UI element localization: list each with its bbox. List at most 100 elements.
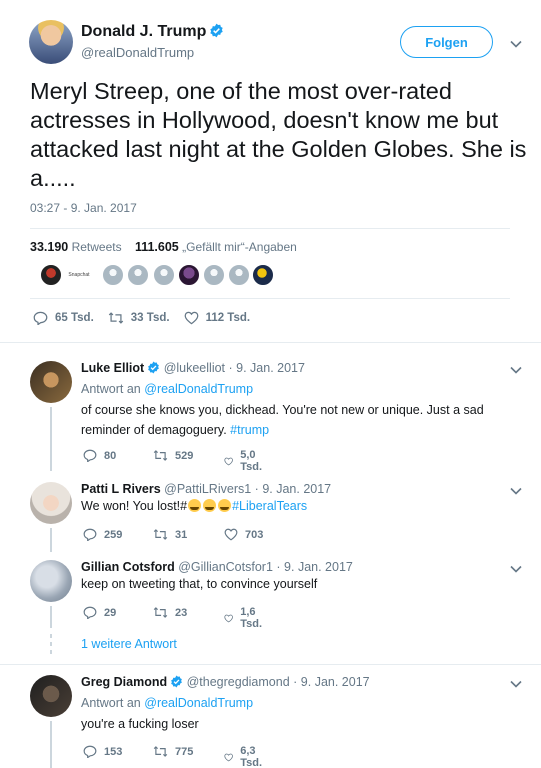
reply-button[interactable]: 65 Tsd. — [33, 311, 94, 325]
liker-avatar[interactable] — [102, 264, 124, 286]
laughing-emoji-icon — [203, 499, 217, 512]
reply-button[interactable]: 29 — [83, 606, 116, 619]
divider — [30, 228, 510, 229]
reply-avatar[interactable] — [30, 482, 72, 524]
thread-line — [50, 407, 52, 471]
like-label[interactable]: „Gefällt mir“-Angaben — [182, 240, 297, 254]
retweet-icon — [153, 450, 168, 461]
reply-body: keep on tweeting that, to convince yours… — [81, 577, 318, 591]
thread-line — [50, 606, 52, 628]
retweet-icon — [153, 529, 168, 540]
retweet-button[interactable]: 31 — [153, 528, 187, 541]
laughing-emoji-icon — [218, 499, 232, 512]
liker-avatar-badge[interactable]: Snapchat — [66, 264, 92, 286]
reply-count: 80 — [104, 449, 117, 462]
retweet-count[interactable]: 33.190 — [30, 240, 68, 254]
liker-avatar[interactable] — [153, 264, 175, 286]
liker-avatar[interactable] — [203, 264, 225, 286]
author-handle[interactable]: @realDonaldTrump — [81, 45, 194, 60]
hashtag-link[interactable]: #LiberalTears — [232, 499, 307, 513]
reply-to-link[interactable]: @realDonaldTrump — [144, 382, 253, 396]
reply-icon — [83, 528, 97, 541]
retweet-count: 31 — [175, 528, 188, 541]
follow-button[interactable]: Folgen — [400, 26, 493, 58]
reply-date[interactable]: 9. Jan. 2017 — [262, 482, 331, 496]
author-display-name[interactable]: Donald J. Trump — [81, 23, 206, 40]
tweet-text: Meryl Streep, one of the most over-rated… — [30, 78, 527, 191]
liker-avatar[interactable] — [40, 264, 62, 286]
reply-context: Antwort an @realDonaldTrump — [81, 696, 253, 710]
author-avatar[interactable] — [29, 20, 73, 64]
reply-to-link[interactable]: @realDonaldTrump — [144, 696, 253, 710]
reply-icon — [83, 745, 97, 758]
reply-button[interactable]: 80 — [83, 449, 116, 462]
reply-prefix: Antwort an — [81, 696, 141, 710]
reply-author-name[interactable]: Gillian Cotsford — [81, 560, 175, 574]
chevron-down-icon[interactable] — [509, 37, 523, 51]
tweet-timestamp[interactable]: 03:27 - 9. Jan. 2017 — [30, 201, 137, 215]
like-button[interactable]: 703 — [224, 528, 263, 541]
reply-dot: · — [228, 361, 233, 375]
reply-author-name[interactable]: Patti L Rivers — [81, 482, 161, 496]
thread-line — [50, 721, 52, 768]
like-count[interactable]: 111.605 — [135, 240, 179, 254]
liker-avatar[interactable] — [178, 264, 200, 286]
reply-author-handle[interactable]: @PattiLRivers1 — [164, 482, 251, 496]
reply-avatar[interactable] — [30, 361, 72, 403]
retweet-label[interactable]: Retweets — [72, 240, 122, 254]
laughing-emoji-icon — [188, 499, 202, 512]
retweet-count-short: 33 Tsd. — [130, 312, 170, 324]
tweet-stats: 33.190 Retweets 111.605 „Gefällt mir“-An… — [30, 240, 297, 254]
author-name[interactable]: Donald J. Trump — [81, 23, 224, 41]
thread-line-dot — [50, 634, 52, 638]
reply-prefix: Antwort an — [81, 382, 141, 396]
like-button[interactable]: 5,0 Tsd. — [224, 449, 267, 473]
thread-line — [50, 528, 52, 552]
liker-avatar[interactable] — [228, 264, 250, 286]
retweet-button[interactable]: 33 Tsd. — [108, 311, 170, 325]
chevron-down-icon[interactable] — [509, 484, 523, 498]
reply-header: Luke Elliot @lukeelliot · 9. Jan. 2017 — [81, 361, 305, 375]
reply-dot: · — [276, 560, 281, 574]
reply-button[interactable]: 259 — [83, 528, 122, 541]
reply-dot: · — [254, 482, 259, 496]
reply-avatar[interactable] — [30, 675, 72, 717]
chevron-down-icon[interactable] — [509, 677, 523, 691]
divider — [30, 298, 510, 299]
retweet-button[interactable]: 529 — [153, 449, 193, 462]
reply-author-handle[interactable]: @lukeelliot — [164, 361, 225, 375]
reply-icon — [83, 606, 97, 619]
retweet-button[interactable]: 23 — [153, 606, 187, 619]
reply-author-name[interactable]: Luke Elliot — [81, 361, 144, 375]
reply-body: of course she knows you, dickhead. You'r… — [81, 403, 484, 437]
reply-date[interactable]: 9. Jan. 2017 — [284, 560, 353, 574]
verified-badge-icon — [148, 361, 160, 374]
reply-author-handle[interactable]: @GillianCotsfor1 — [178, 560, 273, 574]
reply-count: 153 — [104, 745, 123, 758]
chevron-down-icon[interactable] — [509, 562, 523, 576]
chevron-down-icon[interactable] — [509, 363, 523, 377]
like-button[interactable]: 6,3 Tsd. — [224, 745, 267, 768]
retweet-count: 23 — [175, 606, 188, 619]
like-count: 703 — [245, 528, 264, 541]
like-count: 5,0 Tsd. — [240, 449, 263, 473]
tweet-actions: 65 Tsd. 33 Tsd. 112 Tsd. — [33, 311, 250, 325]
reply-author-name[interactable]: Greg Diamond — [81, 675, 167, 689]
hashtag-link[interactable]: #trump — [230, 423, 269, 437]
retweet-count: 775 — [175, 745, 194, 758]
reply-button[interactable]: 153 — [83, 745, 122, 758]
verified-badge-icon — [171, 675, 182, 688]
reply-avatar[interactable] — [30, 560, 72, 602]
reply-date[interactable]: 9. Jan. 2017 — [236, 361, 305, 375]
heart-icon — [224, 614, 233, 622]
like-button[interactable]: 1,6 Tsd. — [224, 606, 267, 630]
retweet-button[interactable]: 775 — [153, 745, 193, 758]
liker-avatar[interactable] — [127, 264, 149, 286]
reply-author-handle[interactable]: @thegregdiamond — [187, 675, 290, 689]
verified-badge-icon — [210, 23, 224, 38]
more-replies-link[interactable]: 1 weitere Antwort — [81, 637, 177, 651]
reply-date[interactable]: 9. Jan. 2017 — [301, 675, 370, 689]
liker-avatar[interactable] — [252, 264, 274, 286]
reply-text: keep on tweeting that, to convince yours… — [81, 574, 501, 594]
like-button[interactable]: 112 Tsd. — [184, 311, 250, 325]
